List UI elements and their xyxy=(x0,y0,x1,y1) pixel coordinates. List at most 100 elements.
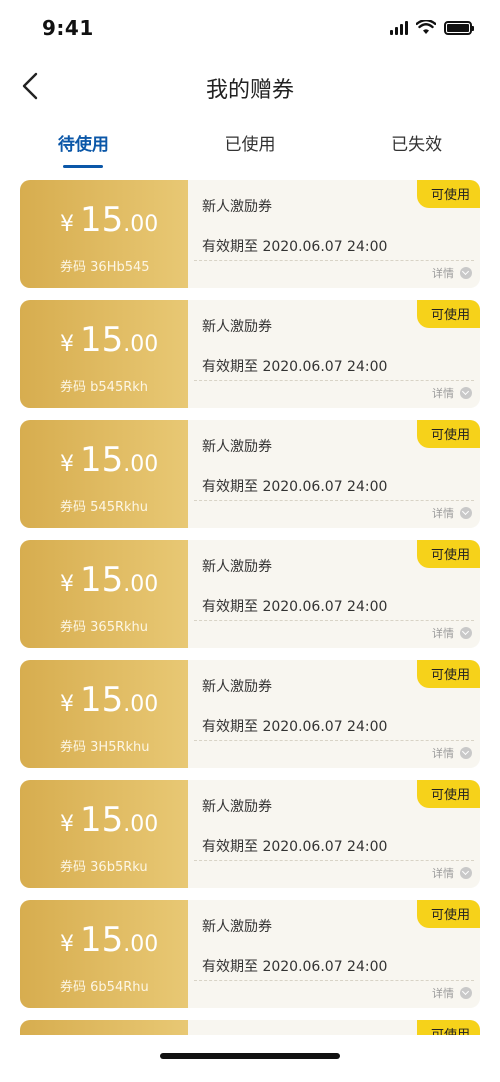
currency-symbol: ¥ xyxy=(60,572,74,597)
coupon-value-panel: ¥ 15 .00 券码 545Rkhu xyxy=(20,420,188,528)
coupon-card[interactable]: 可使用 xyxy=(20,1020,480,1035)
coupon-card[interactable]: ¥ 15 .00 券码 36Hb545 新人激励券 有效期至 2020.06.0… xyxy=(20,180,480,288)
detail-button[interactable]: 详情 xyxy=(432,625,472,641)
dashed-divider xyxy=(194,260,474,261)
coupon-card[interactable]: ¥ 15 .00 券码 545Rkhu 新人激励券 有效期至 2020.06.0… xyxy=(20,420,480,528)
tab-expired[interactable]: 已失效 xyxy=(333,126,500,170)
dashed-divider xyxy=(194,620,474,621)
coupon-card[interactable]: ¥ 15 .00 券码 6b54Rhu 新人激励券 有效期至 2020.06.0… xyxy=(20,900,480,1008)
coupon-code-value: 36b5Rku xyxy=(90,860,148,875)
coupon-value-panel: ¥ 15 .00 券码 b545Rkh xyxy=(20,300,188,408)
status-badge: 可使用 xyxy=(416,1020,480,1035)
detail-label: 详情 xyxy=(432,747,454,760)
tab-unused[interactable]: 待使用 xyxy=(0,126,167,170)
coupon-card[interactable]: ¥ 15 .00 券码 3H5Rkhu 新人激励券 有效期至 2020.06.0… xyxy=(20,660,480,768)
chevron-down-icon xyxy=(460,507,472,519)
coupon-validity: 有效期至 2020.06.07 24:00 xyxy=(202,599,388,615)
detail-label: 详情 xyxy=(432,267,454,280)
coupon-name: 新人激励券 xyxy=(202,559,272,575)
chevron-down-icon xyxy=(460,627,472,639)
signal-icon xyxy=(390,21,408,35)
coupon-name: 新人激励券 xyxy=(202,799,272,815)
coupon-code: 券码 3H5Rkhu xyxy=(60,736,150,755)
coupon-code: 券码 36b5Rku xyxy=(60,856,148,875)
coupon-amount: ¥ 15 .00 xyxy=(60,680,158,720)
coupon-card[interactable]: ¥ 15 .00 券码 36b5Rku 新人激励券 有效期至 2020.06.0… xyxy=(20,780,480,888)
coupon-card[interactable]: ¥ 15 .00 券码 b545Rkh 新人激励券 有效期至 2020.06.0… xyxy=(20,300,480,408)
coupon-amount: ¥ 15 .00 xyxy=(60,440,158,480)
detail-label: 详情 xyxy=(432,627,454,640)
status-badge: 可使用 xyxy=(416,180,480,208)
dashed-divider xyxy=(194,740,474,741)
currency-symbol: ¥ xyxy=(60,452,74,477)
tab-label: 已使用 xyxy=(224,135,276,155)
coupon-validity: 有效期至 2020.06.07 24:00 xyxy=(202,719,388,735)
amount-decimal: .00 xyxy=(123,812,159,837)
status-badge: 可使用 xyxy=(416,660,480,688)
coupon-info-panel: 可使用 xyxy=(188,1020,480,1035)
tab-active-indicator xyxy=(63,165,104,168)
chevron-down-icon xyxy=(460,747,472,759)
coupon-info-panel: 新人激励券 有效期至 2020.06.07 24:00 可使用 详情 xyxy=(188,780,480,888)
coupon-code: 券码 6b54Rhu xyxy=(60,976,149,995)
coupon-value-panel: ¥ 15 .00 券码 3H5Rkhu xyxy=(20,660,188,768)
coupon-amount: ¥ 15 .00 xyxy=(60,560,158,600)
coupon-value-panel xyxy=(20,1020,188,1035)
coupon-code: 券码 b545Rkh xyxy=(60,376,148,395)
coupon-info-panel: 新人激励券 有效期至 2020.06.07 24:00 可使用 详情 xyxy=(188,420,480,528)
status-time: 9:41 xyxy=(42,16,94,40)
amount-integer: 15 xyxy=(80,680,124,720)
status-icons xyxy=(390,20,474,35)
detail-button[interactable]: 详情 xyxy=(432,265,472,281)
dashed-divider xyxy=(194,860,474,861)
detail-button[interactable]: 详情 xyxy=(432,505,472,521)
coupon-code-value: 3H5Rkhu xyxy=(90,740,150,755)
coupon-amount: ¥ 15 .00 xyxy=(60,800,158,840)
currency-symbol: ¥ xyxy=(60,812,74,837)
coupon-card[interactable]: ¥ 15 .00 券码 365Rkhu 新人激励券 有效期至 2020.06.0… xyxy=(20,540,480,648)
detail-button[interactable]: 详情 xyxy=(432,745,472,761)
chevron-down-icon xyxy=(460,267,472,279)
coupon-code-label: 券码 xyxy=(60,380,87,395)
page-title: 我的赠券 xyxy=(205,78,294,103)
status-bar: 9:41 xyxy=(0,0,500,56)
dashed-divider xyxy=(194,500,474,501)
amount-integer: 15 xyxy=(80,200,124,240)
home-indicator[interactable] xyxy=(160,1053,340,1059)
amount-decimal: .00 xyxy=(123,332,159,357)
status-badge: 可使用 xyxy=(416,780,480,808)
detail-button[interactable]: 详情 xyxy=(432,985,472,1001)
coupon-amount: ¥ 15 .00 xyxy=(60,920,158,960)
coupon-code-value: 545Rkhu xyxy=(90,500,149,515)
coupon-code-label: 券码 xyxy=(60,500,87,515)
coupon-value-panel: ¥ 15 .00 券码 36Hb545 xyxy=(20,180,188,288)
coupon-code: 券码 545Rkhu xyxy=(60,496,148,515)
battery-icon xyxy=(444,21,474,35)
detail-button[interactable]: 详情 xyxy=(432,385,472,401)
tab-used[interactable]: 已使用 xyxy=(167,126,334,170)
coupon-code: 券码 365Rkhu xyxy=(60,616,148,635)
currency-symbol: ¥ xyxy=(60,932,74,957)
currency-symbol: ¥ xyxy=(60,212,74,237)
coupon-validity: 有效期至 2020.06.07 24:00 xyxy=(202,839,388,855)
coupon-value-panel: ¥ 15 .00 券码 365Rkhu xyxy=(20,540,188,648)
coupon-name: 新人激励券 xyxy=(202,439,272,455)
detail-button[interactable]: 详情 xyxy=(432,865,472,881)
coupon-list[interactable]: ¥ 15 .00 券码 36Hb545 新人激励券 有效期至 2020.06.0… xyxy=(20,180,480,1035)
status-badge: 可使用 xyxy=(416,540,480,568)
coupon-info-panel: 新人激励券 有效期至 2020.06.07 24:00 可使用 详情 xyxy=(188,540,480,648)
coupon-name: 新人激励券 xyxy=(202,679,272,695)
status-badge: 可使用 xyxy=(416,420,480,448)
coupon-validity: 有效期至 2020.06.07 24:00 xyxy=(202,359,388,375)
amount-decimal: .00 xyxy=(123,452,159,477)
coupon-value-panel: ¥ 15 .00 券码 36b5Rku xyxy=(20,780,188,888)
coupon-validity: 有效期至 2020.06.07 24:00 xyxy=(202,479,388,495)
tab-label: 待使用 xyxy=(57,135,109,155)
coupon-code: 券码 36Hb545 xyxy=(60,256,150,275)
detail-label: 详情 xyxy=(432,387,454,400)
coupon-code-value: 6b54Rhu xyxy=(90,980,149,995)
coupon-code-label: 券码 xyxy=(60,260,87,275)
amount-integer: 15 xyxy=(80,440,124,480)
detail-label: 详情 xyxy=(432,867,454,880)
coupon-name: 新人激励券 xyxy=(202,319,272,335)
